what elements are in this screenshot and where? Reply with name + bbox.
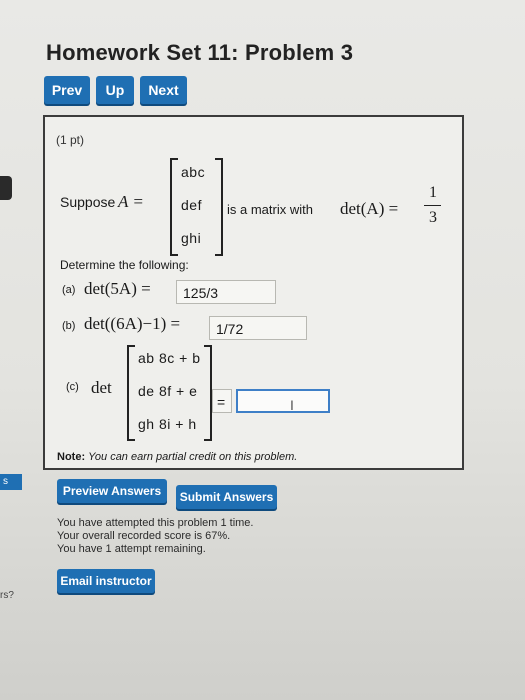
part-b-answer-value: 1/72 (216, 321, 244, 337)
part-c-equals: = (217, 394, 226, 410)
email-instructor-button[interactable]: Email instructor (57, 569, 155, 593)
left-edge-text: rs? (0, 590, 14, 601)
points-label: (1 pt) (56, 133, 85, 147)
prev-button-label: Prev (51, 82, 83, 98)
preview-answers-button[interactable]: Preview Answers (57, 479, 167, 503)
matrix-a-row-3: ghi (181, 230, 202, 246)
text-cursor-icon: I (290, 397, 294, 413)
fraction-denominator: 3 (429, 209, 437, 226)
matrix-a-left-bracket (170, 158, 178, 256)
a-equals: A = (118, 192, 144, 212)
left-edge-badge[interactable]: s (0, 474, 22, 490)
matrix-a-right-bracket (215, 158, 223, 256)
score-status: Your overall recorded score is 67%. (57, 530, 231, 542)
note-label: Note: (57, 451, 86, 463)
fraction-bar (424, 205, 441, 206)
matrix-c-left-bracket (127, 345, 135, 441)
page-title: Homework Set 11: Problem 3 (46, 40, 354, 65)
matrix-a-row-1: abc (181, 164, 206, 180)
note-text: You can earn partial credit on this prob… (88, 451, 298, 463)
fraction-numerator: 1 (429, 184, 437, 201)
up-button[interactable]: Up (96, 76, 134, 104)
matrix-a-row-2: def (181, 197, 202, 213)
next-button-label: Next (148, 82, 179, 98)
prev-button[interactable]: Prev (44, 76, 90, 104)
part-a-expression: det(5A) = (84, 279, 151, 298)
note-line: Note: You can earn partial credit on thi… (57, 451, 297, 463)
part-c-equals-box: = (212, 389, 232, 413)
remaining-status: You have 1 attempt remaining. (57, 543, 206, 555)
matrix-c-row-2: de 8f + e (138, 383, 198, 399)
email-instructor-label: Email instructor (60, 574, 152, 588)
part-b-answer-field[interactable]: 1/72 (209, 316, 307, 340)
up-button-label: Up (105, 82, 125, 98)
attempts-status: You have attempted this problem 1 time. (57, 517, 254, 529)
left-edge-badge-text: s (3, 476, 8, 487)
det-a-equals: det(A) = (340, 199, 399, 218)
submit-answers-button[interactable]: Submit Answers (176, 485, 277, 509)
part-c-answer-field[interactable]: I (236, 389, 330, 413)
submit-answers-label: Submit Answers (179, 490, 274, 504)
part-a-answer-value: 125/3 (183, 285, 219, 301)
left-edge-tab[interactable] (0, 176, 12, 200)
preview-answers-label: Preview Answers (62, 484, 162, 498)
part-b-label: (b) (62, 320, 76, 332)
part-a-label: (a) (62, 284, 76, 296)
part-a-answer-field[interactable]: 125/3 (176, 280, 276, 304)
a-equals-text: A = (118, 192, 144, 211)
suppose-text: Suppose (60, 194, 116, 210)
matrix-c-right-bracket (204, 345, 212, 441)
part-c-det: det (91, 378, 112, 397)
determine-text: Determine the following: (60, 258, 189, 272)
matrix-c-row-3: gh 8i + h (138, 416, 197, 432)
matrix-c-row-1: ab 8c + b (138, 350, 201, 366)
part-c-label: (c) (66, 381, 79, 393)
next-button[interactable]: Next (140, 76, 187, 104)
part-b-expression: det((6A)−1) = (84, 314, 181, 333)
is-matrix-with-text: is a matrix with (227, 202, 313, 217)
